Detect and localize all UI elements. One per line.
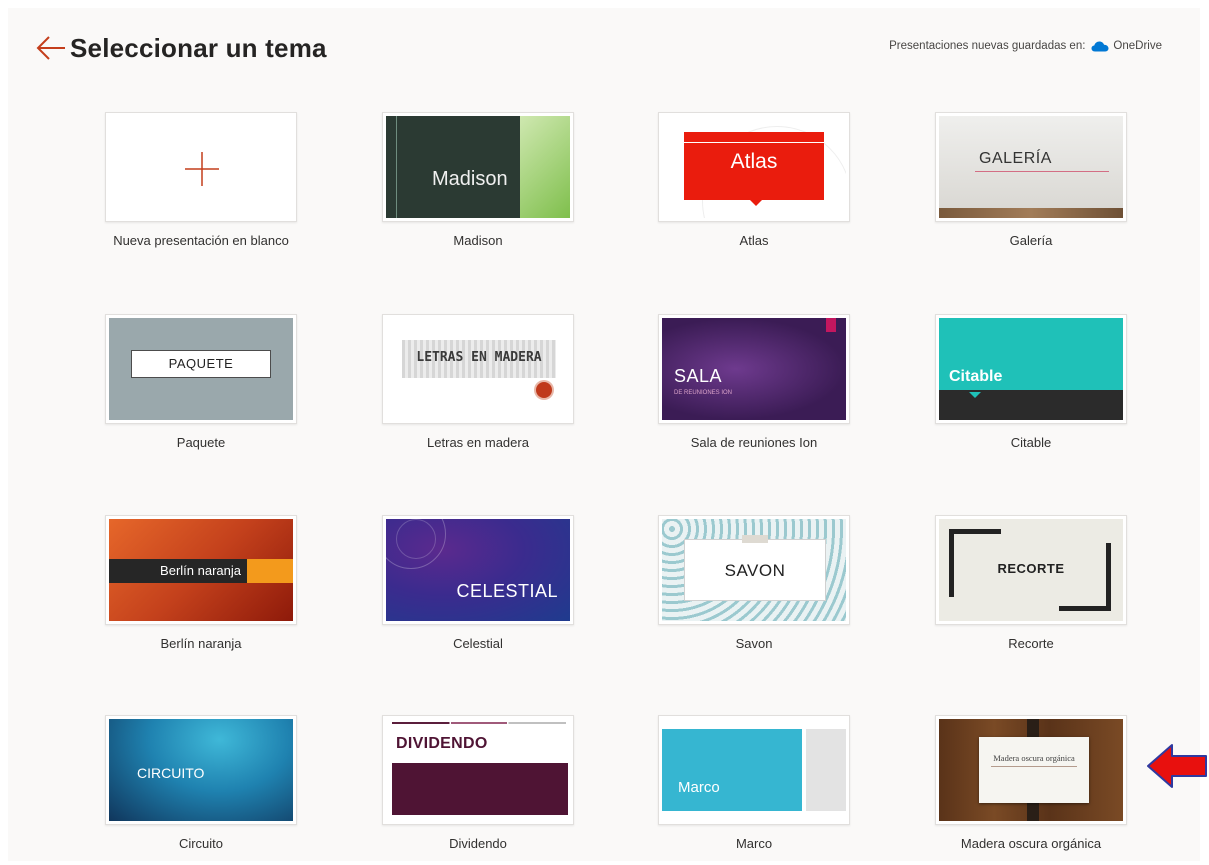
theme-picker-panel: Seleccionar un tema Presentaciones nueva… <box>8 8 1200 861</box>
theme-grid: Nueva presentación en blanco Madison Mad… <box>8 8 1200 861</box>
thumbnail-title: Atlas <box>730 150 778 173</box>
theme-thumbnail: DIVIDENDO <box>382 715 574 825</box>
theme-tile-celestial[interactable]: CELESTIAL Celestial <box>382 515 578 675</box>
theme-thumbnail: LETRAS EN MADERA <box>382 314 574 424</box>
theme-label: Celestial <box>453 636 503 651</box>
theme-label: Citable <box>1010 435 1052 450</box>
theme-tile-madison[interactable]: Madison Madison <box>382 112 578 272</box>
theme-tile-paquete[interactable]: PAQUETE Paquete <box>105 314 301 474</box>
thumbnail-title: CELESTIAL <box>456 581 558 601</box>
theme-tile-madera-oscura-organica[interactable]: Madera oscura orgánica Madera oscura org… <box>935 715 1131 865</box>
theme-thumbnail: RECORTE <box>935 515 1127 625</box>
theme-thumbnail: Atlas <box>658 112 850 222</box>
theme-tile-galeria[interactable]: GALERÍA Galería <box>935 112 1131 272</box>
theme-label: Nueva presentación en blanco <box>113 233 289 248</box>
theme-label: Recorte <box>1008 636 1054 651</box>
thumbnail-title: PAQUETE <box>131 350 271 378</box>
theme-tile-recorte[interactable]: RECORTE Recorte <box>935 515 1131 675</box>
theme-tile-sala-de-reuniones-ion[interactable]: SALA DE REUNIONES ION Sala de reuniones … <box>658 314 854 474</box>
theme-thumbnail: Berlín naranja <box>105 515 297 625</box>
annotation-arrow-icon <box>1147 744 1207 788</box>
theme-thumbnail: Madera oscura orgánica <box>935 715 1127 825</box>
thumbnail-subtitle: DE REUNIONES ION <box>674 390 733 396</box>
theme-thumbnail: Citable <box>935 314 1127 424</box>
thumbnail-title: SAVON <box>724 561 786 580</box>
thumbnail-title: Berlín naranja <box>160 563 241 578</box>
theme-thumbnail: Madison <box>382 112 574 222</box>
theme-thumbnail: CELESTIAL <box>382 515 574 625</box>
thumbnail-title: RECORTE <box>997 561 1065 576</box>
theme-thumbnail <box>105 112 297 222</box>
thumbnail-title: Madera oscura orgánica <box>993 753 1075 763</box>
theme-tile-circuito[interactable]: CIRCUITO Circuito <box>105 715 301 865</box>
thumbnail-title: Citable <box>949 368 1003 385</box>
plus-icon <box>185 152 219 186</box>
theme-label: Paquete <box>176 435 226 450</box>
theme-tile-atlas[interactable]: Atlas Atlas <box>658 112 854 272</box>
theme-label: Sala de reuniones Ion <box>690 435 818 450</box>
theme-label: Atlas <box>739 233 769 248</box>
thumbnail-title: GALERÍA <box>979 150 1052 167</box>
theme-thumbnail: SALA DE REUNIONES ION <box>658 314 850 424</box>
theme-label: Dividendo <box>449 836 507 851</box>
theme-thumbnail: GALERÍA <box>935 112 1127 222</box>
theme-thumbnail: Marco <box>658 715 850 825</box>
theme-label: Madera oscura orgánica <box>960 836 1102 851</box>
theme-thumbnail: PAQUETE <box>105 314 297 424</box>
theme-tile-citable[interactable]: Citable Citable <box>935 314 1131 474</box>
thumbnail-title: LETRAS EN MADERA <box>416 350 542 365</box>
theme-label: Circuito <box>178 836 224 851</box>
theme-tile-berlin-naranja[interactable]: Berlín naranja Berlín naranja <box>105 515 301 675</box>
theme-tile-savon[interactable]: SAVON Savon <box>658 515 854 675</box>
theme-label: Letras en madera <box>427 435 529 450</box>
theme-thumbnail: SAVON <box>658 515 850 625</box>
thumbnail-title: DIVIDENDO <box>396 735 488 752</box>
theme-tile-letras-en-madera[interactable]: LETRAS EN MADERA Letras en madera <box>382 314 578 474</box>
theme-label: Marco <box>735 836 773 851</box>
theme-label: Madison <box>453 233 503 248</box>
theme-tile-blank[interactable]: Nueva presentación en blanco <box>105 112 301 272</box>
theme-label: Galería <box>1009 233 1053 248</box>
theme-thumbnail: CIRCUITO <box>105 715 297 825</box>
thumbnail-title: SALA <box>674 366 723 386</box>
theme-label: Berlín naranja <box>160 636 242 651</box>
thumbnail-title: Marco <box>678 779 720 796</box>
thumbnail-title: Madison <box>432 168 508 190</box>
theme-tile-dividendo[interactable]: DIVIDENDO Dividendo <box>382 715 578 865</box>
thumbnail-title: CIRCUITO <box>137 765 205 781</box>
theme-tile-marco[interactable]: Marco Marco <box>658 715 854 865</box>
theme-label: Savon <box>735 636 773 651</box>
